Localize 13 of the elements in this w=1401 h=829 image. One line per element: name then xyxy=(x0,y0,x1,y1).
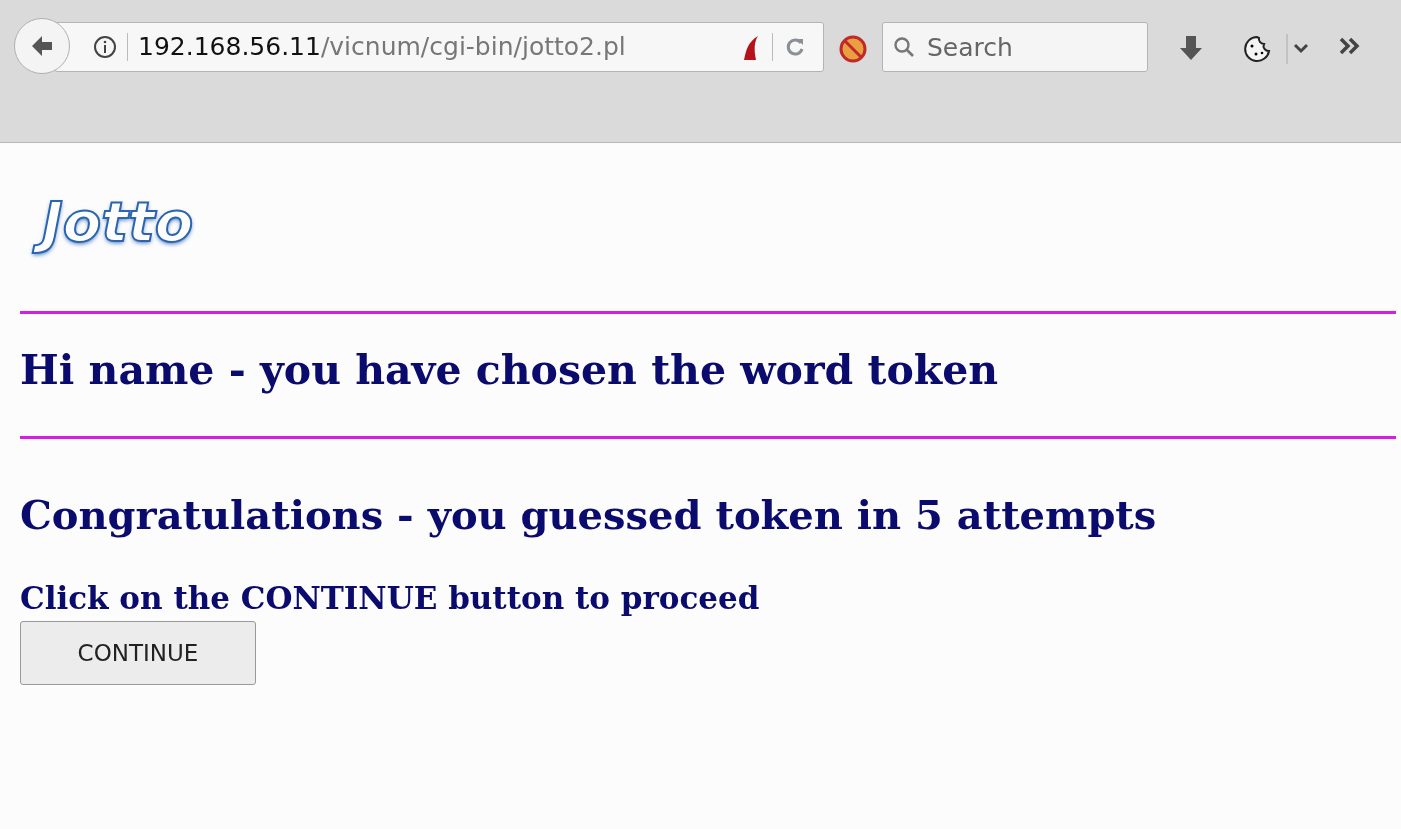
greeting-heading: Hi name - you have chosen the word token xyxy=(20,346,1000,396)
back-button[interactable] xyxy=(14,18,70,74)
download-icon[interactable] xyxy=(1178,34,1204,62)
address-bar[interactable]: 192.168.56.11/vicnum/cgi-bin/jotto2.pl xyxy=(54,22,824,72)
instruction-text: Click on the CONTINUE button to proceed xyxy=(20,578,761,618)
search-icon xyxy=(892,35,916,59)
search-field[interactable]: Search xyxy=(882,22,1148,72)
url-text: 192.168.56.11/vicnum/cgi-bin/jotto2.pl xyxy=(138,31,626,64)
result-heading: Congratulations - you guessed token in 5 attempts xyxy=(20,490,1158,539)
info-icon[interactable] xyxy=(93,35,117,59)
blocked-icon[interactable] xyxy=(838,34,868,64)
continue-button[interactable]: CONTINUE xyxy=(20,621,256,686)
cookie-icon[interactable] xyxy=(1242,34,1272,64)
